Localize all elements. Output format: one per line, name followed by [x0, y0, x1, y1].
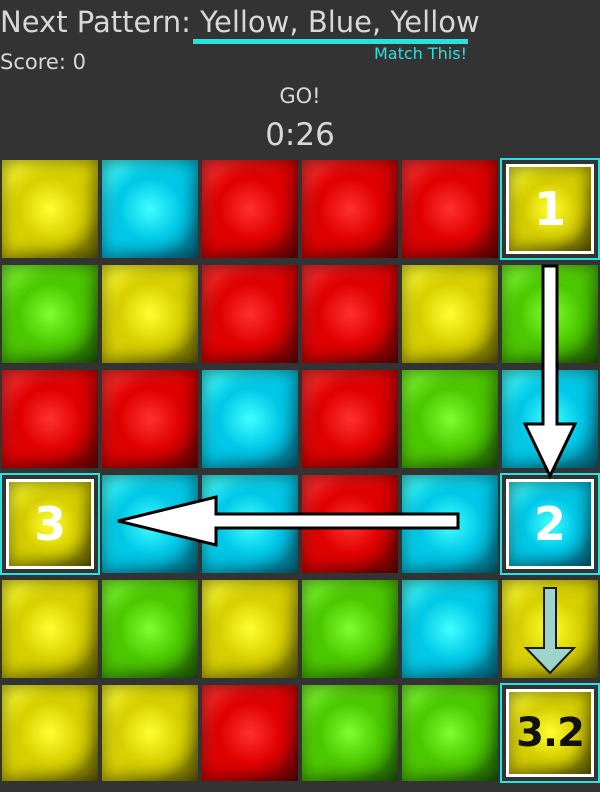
- tile-blue[interactable]: [100, 473, 200, 575]
- tile-red[interactable]: [400, 158, 500, 260]
- tile-face: [102, 265, 198, 363]
- tile-face: [502, 580, 598, 678]
- tile-yellow[interactable]: [0, 578, 100, 680]
- tile-green[interactable]: [300, 578, 400, 680]
- tile-face: [402, 475, 498, 573]
- tile-face: [302, 160, 398, 258]
- tile-yellow[interactable]: [100, 683, 200, 783]
- tile-green[interactable]: [500, 263, 600, 365]
- tile-face: [402, 685, 498, 781]
- tile-face: [202, 580, 298, 678]
- tile-face: [302, 370, 398, 468]
- tile-blue[interactable]: [400, 578, 500, 680]
- tile-face: [102, 685, 198, 781]
- tile-green[interactable]: [300, 683, 400, 783]
- tile-face: [102, 475, 198, 573]
- tile-face: [302, 475, 398, 573]
- tile-blue[interactable]: [200, 473, 300, 575]
- game-board: 1 3 2 3.2: [0, 158, 600, 792]
- tile-face: [402, 580, 498, 678]
- step-number-label: 3: [33, 497, 66, 551]
- selected-tile-2[interactable]: 2: [500, 473, 600, 575]
- tile-face: [102, 160, 198, 258]
- step-number-label: 1: [533, 182, 566, 236]
- tile-red[interactable]: [200, 158, 300, 260]
- tile-face: [402, 370, 498, 468]
- score-label: Score: 0: [0, 50, 86, 74]
- tile-blue[interactable]: [200, 368, 300, 470]
- tile-red[interactable]: [200, 683, 300, 783]
- tile-blue[interactable]: [400, 473, 500, 575]
- tile-blue[interactable]: [100, 158, 200, 260]
- tile-face: [2, 370, 98, 468]
- tile-face: [502, 265, 598, 363]
- tile-face: [2, 265, 98, 363]
- step-number-label: 3.2: [516, 710, 585, 756]
- tile-yellow[interactable]: [100, 263, 200, 365]
- status-text: GO!: [279, 84, 321, 108]
- selected-tile-3[interactable]: 3: [0, 473, 100, 575]
- tile-red[interactable]: [100, 368, 200, 470]
- tile-green[interactable]: [0, 263, 100, 365]
- next-pattern-label: Next Pattern: Yellow, Blue, Yellow: [0, 2, 480, 42]
- tile-yellow[interactable]: [200, 578, 300, 680]
- tile-face: [202, 685, 298, 781]
- tile-green[interactable]: [400, 683, 500, 783]
- tile-face: [302, 685, 398, 781]
- step-number-label: 2: [533, 497, 566, 551]
- tile-green[interactable]: [400, 368, 500, 470]
- tile-red[interactable]: [300, 473, 400, 575]
- tile-green[interactable]: [100, 578, 200, 680]
- tile-red[interactable]: [300, 368, 400, 470]
- selected-tile-1[interactable]: 1: [500, 158, 600, 260]
- timer: 0:26: [265, 117, 335, 153]
- next-pattern-value: Yellow, Blue, Yellow: [200, 5, 480, 39]
- tile-face: [2, 580, 98, 678]
- tile-yellow[interactable]: [500, 578, 600, 680]
- tile-face: [502, 370, 598, 468]
- tile-face: [202, 370, 298, 468]
- tile-face: [302, 265, 398, 363]
- tile-face: [202, 265, 298, 363]
- tile-red[interactable]: [300, 263, 400, 365]
- tile-face: [102, 580, 198, 678]
- tile-face: [2, 160, 98, 258]
- tile-face: [102, 370, 198, 468]
- next-pattern-prefix: Next Pattern:: [0, 5, 201, 39]
- tile-red[interactable]: [300, 158, 400, 260]
- tile-face: [2, 685, 98, 781]
- tile-face: [402, 160, 498, 258]
- tile-face: [202, 475, 298, 573]
- tile-face: [302, 580, 398, 678]
- tile-yellow[interactable]: [0, 683, 100, 783]
- tile-yellow[interactable]: [400, 263, 500, 365]
- tile-face: [402, 265, 498, 363]
- match-hint: Match This!: [373, 44, 467, 63]
- tile-face: [202, 160, 298, 258]
- tile-red[interactable]: [0, 368, 100, 470]
- tile-red[interactable]: [200, 263, 300, 365]
- tile-blue[interactable]: [500, 368, 600, 470]
- selected-tile-3-2[interactable]: 3.2: [500, 683, 600, 783]
- tile-yellow[interactable]: [0, 158, 100, 260]
